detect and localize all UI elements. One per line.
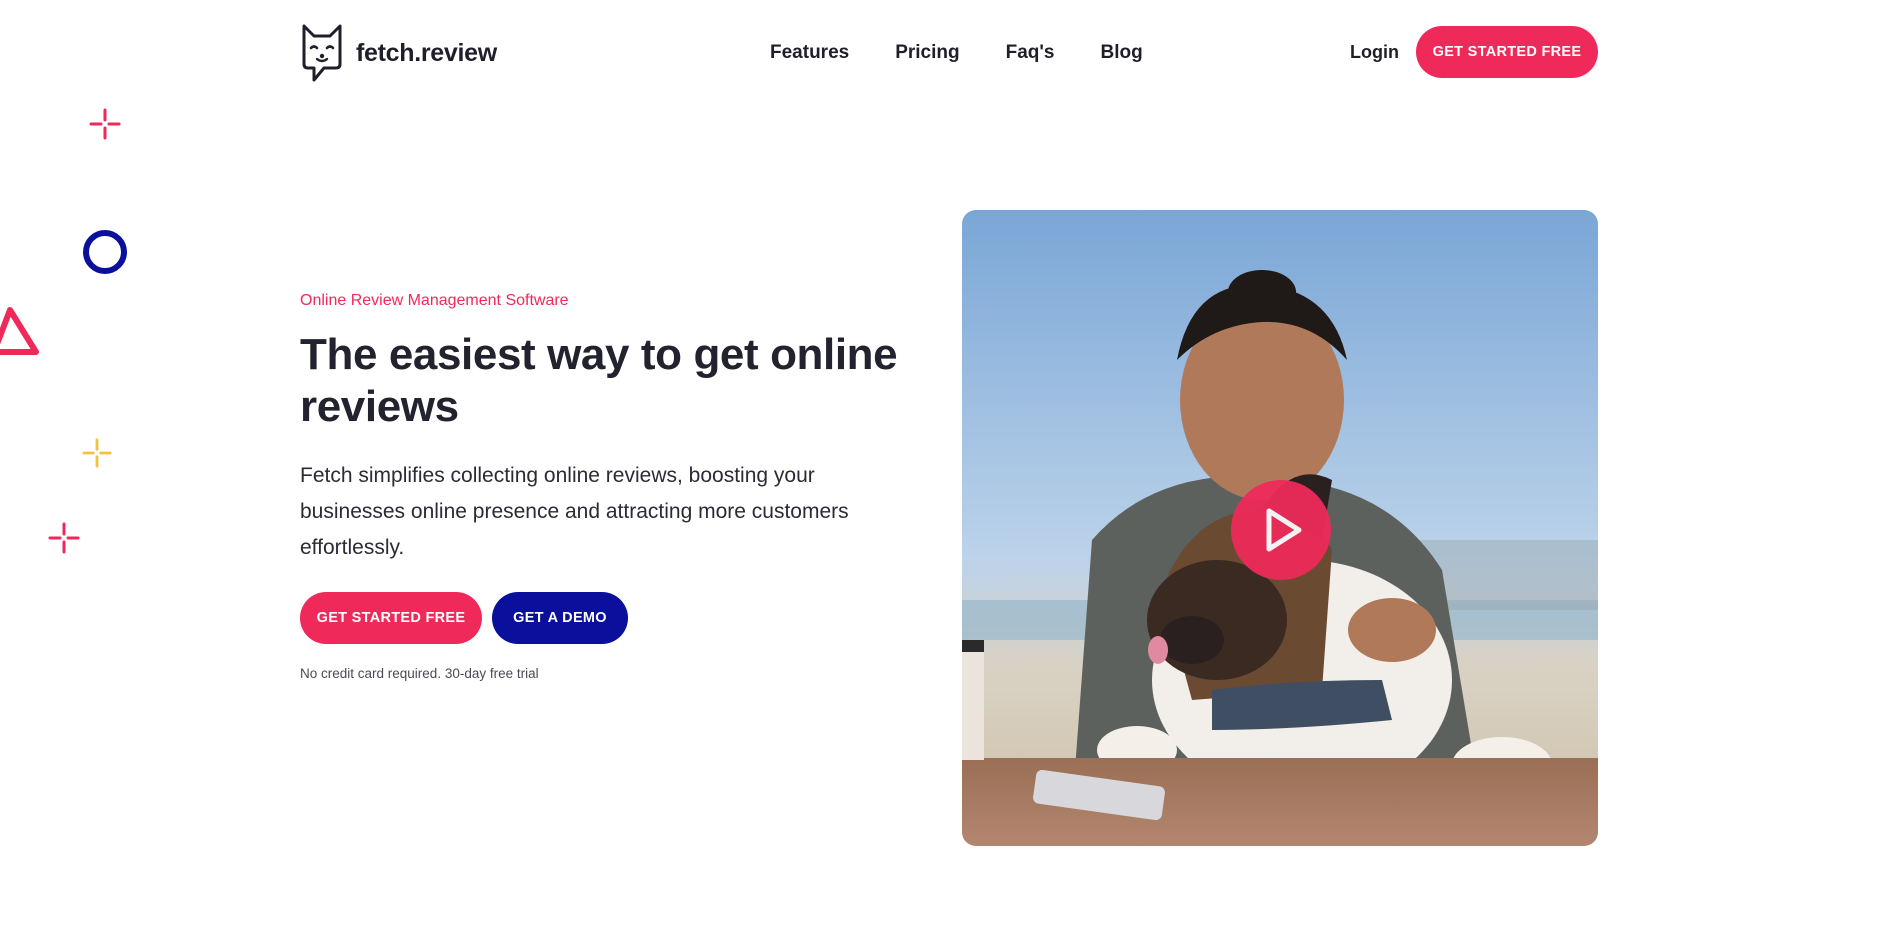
nav-item-faqs[interactable]: Faq's	[1006, 42, 1055, 64]
play-button[interactable]	[1231, 480, 1331, 580]
main-nav: Features Pricing Faq's Blog	[770, 42, 1143, 64]
hero-eyebrow: Online Review Management Software	[300, 292, 569, 309]
plus-sparkle-icon	[82, 438, 112, 473]
plus-sparkle-icon	[48, 522, 80, 559]
play-icon	[1253, 502, 1309, 558]
plus-sparkle-icon	[89, 108, 121, 145]
login-link[interactable]: Login	[1350, 42, 1399, 63]
get-demo-button[interactable]: GET A DEMO	[492, 592, 628, 644]
circle-outline-icon	[82, 229, 128, 280]
hero-description: Fetch simplifies collecting online revie…	[300, 464, 849, 559]
triangle-outline-icon	[0, 300, 42, 365]
nav-item-features[interactable]: Features	[770, 42, 849, 64]
site-header: fetch.review Features Pricing Faq's Blog…	[0, 0, 1893, 104]
get-started-button[interactable]: GET STARTED FREE	[300, 592, 482, 644]
nav-item-blog[interactable]: Blog	[1100, 42, 1142, 64]
trial-note: No credit card required. 30-day free tri…	[300, 666, 539, 681]
hero-headline: The easiest way to get online reviews	[300, 330, 898, 431]
hero-video[interactable]	[962, 210, 1598, 846]
nav-item-pricing[interactable]: Pricing	[895, 42, 959, 64]
dog-face-icon	[300, 20, 344, 87]
header-get-started-button[interactable]: GET STARTED FREE	[1416, 26, 1598, 78]
hero-cta-group: GET STARTED FREE GET A DEMO	[300, 592, 628, 644]
brand-logo[interactable]: fetch.review	[300, 20, 497, 87]
brand-name: fetch.review	[356, 39, 497, 67]
